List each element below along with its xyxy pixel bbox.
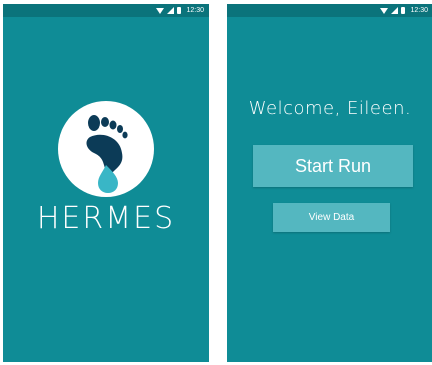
splash-screen: 12:30 HERMES <box>3 4 209 362</box>
status-time: 12:30 <box>186 7 204 14</box>
status-bar: 12:30 <box>3 4 209 17</box>
footprint-drop-icon <box>86 115 128 193</box>
status-time: 12:30 <box>410 7 428 14</box>
battery-icon <box>401 7 406 14</box>
status-bar: 12:30 <box>227 4 432 17</box>
welcome-message: Welcome, Eileen. <box>248 98 412 119</box>
signal-icon <box>167 7 175 14</box>
wifi-icon <box>380 7 389 14</box>
battery-icon <box>177 7 182 14</box>
brand-title: HERMES <box>36 201 176 236</box>
home-screen: 12:30 Welcome, Eileen. Start Run View Da… <box>227 4 432 362</box>
signal-icon <box>391 7 399 14</box>
view-data-button[interactable]: View Data <box>273 203 390 232</box>
app-logo <box>58 101 154 197</box>
wifi-icon <box>156 7 165 14</box>
start-run-button[interactable]: Start Run <box>253 145 413 187</box>
